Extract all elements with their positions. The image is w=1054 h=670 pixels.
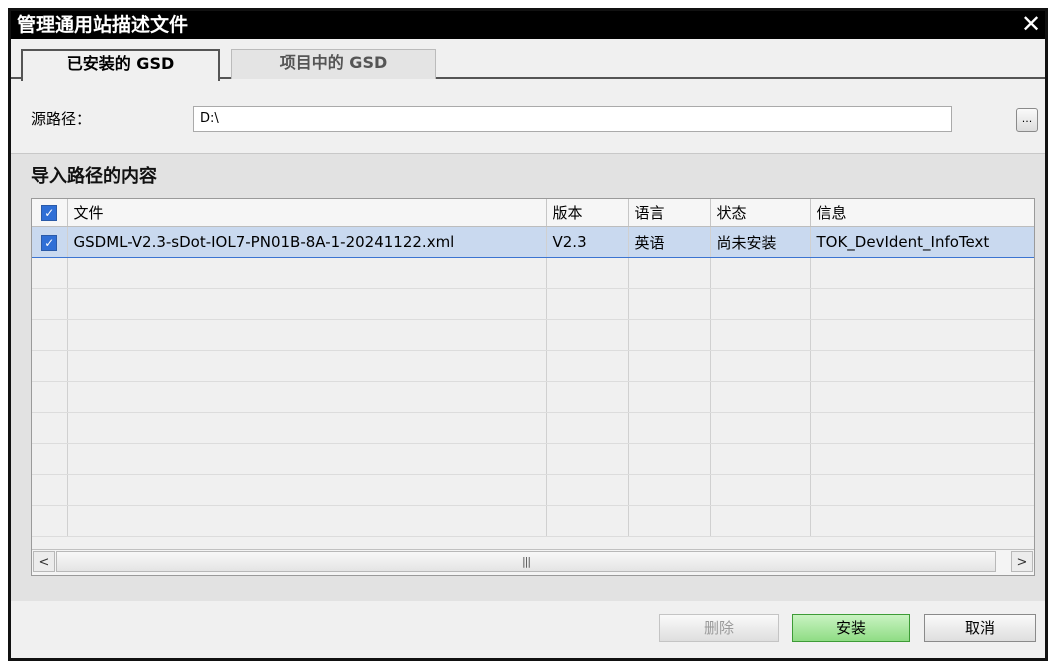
title-bar: 管理通用站描述文件 ✕ <box>11 11 1045 39</box>
source-path-label: 源路径： <box>31 110 92 128</box>
tab-installed-gsd[interactable]: 已安装的 GSD <box>21 49 220 81</box>
cell-status: 尚未安装 <box>710 226 811 258</box>
delete-button[interactable]: 删除 <box>659 614 779 642</box>
content-title: 导入路径的内容 <box>31 166 157 187</box>
gsd-table: ✓ 文件 版本 语言 状态 信息 ✓ GSDML-V2.3-sDot-IOL7-… <box>31 198 1035 576</box>
empty-row <box>32 505 1034 537</box>
source-path-input[interactable]: D:\ <box>193 106 952 132</box>
row-checkbox[interactable]: ✓ <box>32 226 68 258</box>
column-header-version[interactable]: 版本 <box>546 199 629 227</box>
empty-row <box>32 443 1034 475</box>
install-button[interactable]: 安装 <box>792 614 910 642</box>
horizontal-scrollbar[interactable]: < ||| > <box>32 549 1034 575</box>
gsd-manager-dialog: 管理通用站描述文件 ✕ 已安装的 GSD 项目中的 GSD 源路径： D:\ .… <box>8 8 1048 661</box>
close-icon[interactable]: ✕ <box>1019 12 1043 36</box>
empty-row <box>32 288 1034 320</box>
table-row[interactable]: ✓ GSDML-V2.3-sDot-IOL7-PN01B-8A-1-202411… <box>32 226 1034 258</box>
tab-project-gsd[interactable]: 项目中的 GSD <box>231 49 436 79</box>
empty-row <box>32 381 1034 413</box>
scroll-left-icon[interactable]: < <box>33 551 55 572</box>
scrollbar-thumb[interactable]: ||| <box>56 551 996 572</box>
cell-version: V2.3 <box>546 226 629 258</box>
empty-row <box>32 412 1034 444</box>
column-header-file[interactable]: 文件 <box>67 199 547 227</box>
column-header-language[interactable]: 语言 <box>628 199 711 227</box>
browse-button[interactable]: ... <box>1016 108 1038 132</box>
empty-row <box>32 350 1034 382</box>
cancel-button[interactable]: 取消 <box>924 614 1036 642</box>
tab-bar: 已安装的 GSD 项目中的 GSD <box>11 39 1045 81</box>
select-all-checkbox[interactable]: ✓ <box>32 199 68 227</box>
column-header-info[interactable]: 信息 <box>810 199 1034 227</box>
scroll-right-icon[interactable]: > <box>1011 551 1033 572</box>
table-header-row: ✓ 文件 版本 语言 状态 信息 <box>32 199 1034 227</box>
cell-language: 英语 <box>628 226 711 258</box>
check-icon: ✓ <box>41 234 58 251</box>
column-header-status[interactable]: 状态 <box>710 199 811 227</box>
empty-row <box>32 257 1034 289</box>
check-icon: ✓ <box>41 205 58 221</box>
window-title: 管理通用站描述文件 <box>17 14 189 36</box>
empty-row <box>32 474 1034 506</box>
cell-file: GSDML-V2.3-sDot-IOL7-PN01B-8A-1-20241122… <box>67 226 547 258</box>
empty-row <box>32 319 1034 351</box>
cell-info: TOK_DevIdent_InfoText <box>810 226 1034 258</box>
